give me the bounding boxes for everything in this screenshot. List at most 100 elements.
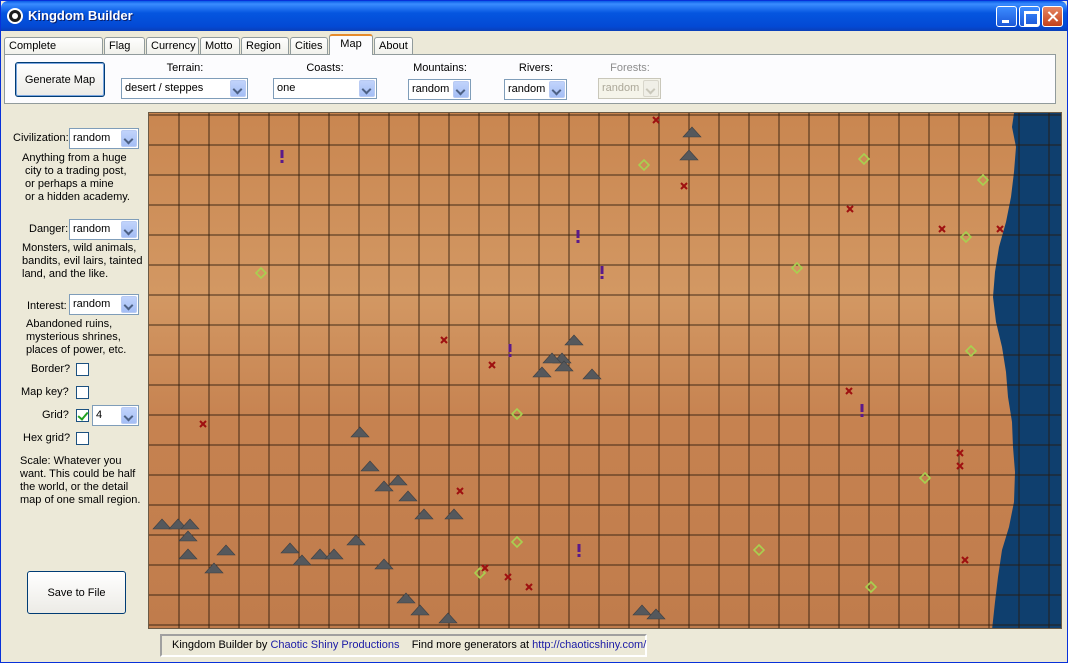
grid-size-value: 4 [96,409,103,421]
desc-line: want. This could be half [20,468,136,480]
desc-line: Scale: Whatever you [20,455,122,467]
interest-dot [280,160,284,163]
desc-line: bandits, evil lairs, tainted [22,255,143,267]
chevron-down-icon [121,296,137,313]
interest-marker-icon [600,266,604,279]
forests-value: random [602,82,640,94]
hex-grid-label: Hex grid? [23,432,71,444]
app-window: Kingdom Builder Complete Kingdom Flag Cu… [0,0,1068,663]
terrain-value: desert / steppes [125,82,204,94]
tab-region[interactable]: Region [241,37,289,55]
tab-currency[interactable]: Currency [146,37,199,55]
minimize-button[interactable] [996,6,1017,27]
danger-label: Danger: [29,223,69,235]
mountains-label: Mountains: [413,62,467,74]
map-options-panel: Generate Map Terrain: desert / steppes C… [4,54,1056,104]
hex-grid-checkbox[interactable] [76,432,89,445]
chevron-down-icon [121,130,137,147]
close-button[interactable] [1042,6,1063,27]
desc-line: mysterious shrines, [26,331,121,343]
mountains-select[interactable]: random [408,79,471,100]
desc-line: map of one small region. [20,494,141,506]
mountains-value: random [412,83,450,95]
chevron-down-icon [549,81,565,98]
tab-cities[interactable]: Cities [290,37,328,55]
tab-flag[interactable]: Flag [104,37,145,55]
credits-bar: Kingdom Builder by Chaotic Shiny Product… [160,634,647,657]
chevron-down-icon [359,80,375,97]
rivers-value: random [508,83,546,95]
window-title: Kingdom Builder [28,8,133,23]
grid-checkbox[interactable] [76,409,89,422]
interest-marker-icon [577,544,581,557]
interest-dot [508,354,512,357]
desc-line: the world, or the detail [20,481,129,493]
danger-select[interactable]: random [69,219,139,240]
interest-marker-icon [508,344,512,357]
maximize-button[interactable] [1019,6,1040,27]
map-canvas[interactable] [148,112,1062,629]
chevron-down-icon [230,80,246,97]
more-prefix: Find more generators at [411,639,530,651]
danger-description: Monsters, wild animals, bandits, evil la… [22,242,142,281]
map-key-checkbox[interactable] [76,386,89,399]
desc-line: land, and the like. [22,268,109,280]
border-label: Border? [31,363,71,375]
interest-marker-icon [576,230,580,243]
desc-line: Monsters, wild animals, [22,242,137,254]
tab-motto[interactable]: Motto [200,37,240,55]
tab-complete-kingdom[interactable]: Complete Kingdom [4,37,103,68]
interest-dot [576,240,580,243]
civilization-value: random [73,132,111,144]
map-svg [149,113,1061,628]
credit-link[interactable]: Chaotic Shiny Productions [270,639,399,651]
interest-marker-icon [280,150,284,163]
credit-prefix: Kingdom Builder by [172,639,268,651]
grid-label: Grid? [42,409,69,421]
chevron-down-icon [121,407,137,424]
forests-select: random [598,78,661,99]
generate-map-button[interactable]: Generate Map [15,62,105,97]
terrain-label: Terrain: [166,62,204,74]
interest-dot [577,554,581,557]
desc-line: Abandoned ruins, [26,318,113,330]
coasts-value: one [277,82,296,94]
interest-bar [860,404,864,412]
desc-line: Anything from a huge [22,152,127,164]
danger-value: random [73,223,111,235]
tab-map[interactable]: Map [329,34,373,55]
civilization-description: Anything from a huge city to a trading p… [22,152,130,204]
interest-marker-icon [860,404,864,417]
interest-label: Interest: [27,300,67,312]
interest-bar [577,544,581,552]
tab-about[interactable]: About [374,37,413,55]
interest-value: random [73,298,111,310]
sidebar-options: Civilization: random Anything from a hug… [1,111,147,631]
desc-line: or perhaps a mine [25,178,114,190]
chevron-down-icon [453,81,469,98]
map-key-label: Map key? [21,386,69,398]
forests-label: Forests: [610,62,650,74]
terrain-select[interactable]: desert / steppes [121,78,248,99]
save-to-file-button[interactable]: Save to File [27,571,126,614]
more-link[interactable]: http://chaoticshiny.com/ [532,639,646,651]
desc-line: places of power, etc. [26,344,127,356]
interest-bar [600,266,604,274]
interest-bar [576,230,580,238]
scale-description: Scale: Whatever you want. This could be … [20,455,140,507]
border-checkbox[interactable] [76,363,89,376]
coasts-label: Coasts: [306,62,344,74]
coasts-select[interactable]: one [273,78,377,99]
rivers-label: Rivers: [518,62,554,74]
interest-dot [600,276,604,279]
interest-bar [508,344,512,352]
chevron-down-icon [121,221,137,238]
interest-dot [860,414,864,417]
title-bar: Kingdom Builder [1,1,1067,31]
desc-line: city to a trading post, [25,165,127,177]
rivers-select[interactable]: random [504,79,567,100]
chevron-down-icon [643,80,659,97]
civilization-select[interactable]: random [69,128,139,149]
interest-select[interactable]: random [69,294,139,315]
grid-size-select[interactable]: 4 [92,405,139,426]
